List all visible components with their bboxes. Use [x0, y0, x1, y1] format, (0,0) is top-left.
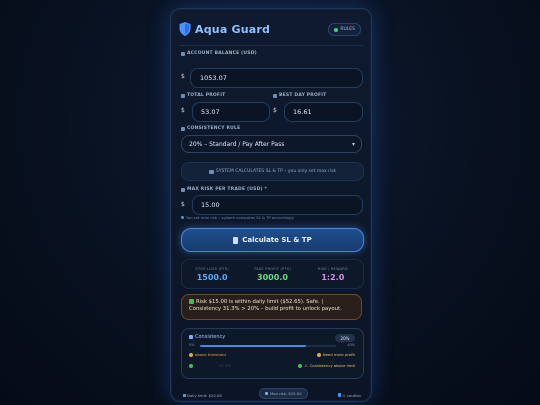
consistency-badge: 20%	[335, 334, 355, 342]
stat-stop-loss: STOP LOSS (PTS) 1500.0	[182, 260, 242, 288]
check-icon	[189, 299, 194, 304]
consistency-progress-bar	[200, 345, 336, 347]
tick-left: 0%	[189, 343, 195, 347]
status-dot-icon	[334, 27, 339, 32]
legend-current: 31.3%	[189, 363, 231, 368]
stat-take-profit: TAKE PROFIT (PTS) 3000.0	[242, 260, 302, 288]
calculate-button-label: Calculate SL & TP	[242, 236, 312, 244]
robot-icon	[208, 169, 214, 174]
legend-current-text: 31.3%	[219, 363, 232, 368]
results-stats: STOP LOSS (PTS) 1500.0 TAKE PROFIT (PTS)…	[181, 259, 364, 289]
footer-bar: Daily limit: $52.65 Max risk: $15.00 ⚠ c…	[179, 388, 363, 401]
calculate-button[interactable]: Calculate SL & TP	[181, 228, 364, 252]
info-banner: SYSTEM CALCULATES SL & TP – you only set…	[181, 162, 364, 181]
total-profit-value: 53.07	[201, 108, 220, 116]
app-header: Aqua Guard RULES	[179, 19, 363, 39]
app-title: Aqua Guard	[195, 22, 271, 36]
balance-label-text: ACCOUNT BALANCE (USD)	[187, 51, 257, 56]
total-profit-input[interactable]: 53.07	[192, 102, 270, 122]
shield-icon	[179, 22, 191, 36]
alert-line-1: Risk $15.00 is within daily limit ($52.6…	[189, 299, 354, 306]
alert-text-1: Risk $15.00 is within daily limit ($52.6…	[196, 299, 324, 305]
chevron-down-icon: ▾	[351, 141, 355, 148]
alert-line-2: Consistency 31.3% > 20% – build profit t…	[189, 306, 342, 313]
consistency-rule-select[interactable]: 20% – Standard / Pay After Pass ▾	[181, 135, 362, 153]
green-dot-icon	[189, 363, 193, 368]
info-banner-text: SYSTEM CALCULATES SL & TP – you only set…	[215, 169, 337, 174]
balance-currency: $	[181, 73, 185, 80]
best-day-value: 16.61	[293, 108, 312, 116]
stat-label: TAKE PROFIT (PTS)	[254, 266, 291, 271]
rocket-icon	[265, 392, 268, 395]
warning-icon: ⚠	[304, 363, 308, 368]
info-icon	[181, 216, 184, 219]
rules-button[interactable]: RULES	[328, 23, 361, 36]
gear-icon	[181, 126, 185, 131]
risk-alert: Risk $15.00 is within daily limit ($52.6…	[181, 294, 362, 320]
best-day-label-text: BEST DAY PROFIT	[279, 93, 327, 98]
legend-need-text: Need more profit	[322, 352, 355, 357]
consistency-rule-label: CONSISTENCY RULE	[181, 126, 240, 131]
legend-above-text: above threshold	[195, 352, 226, 357]
header-divider	[179, 45, 363, 46]
footer-daily-limit-text: Daily limit: $52.65	[187, 392, 222, 398]
legend-above-threshold: above threshold	[189, 352, 226, 357]
chart-icon	[181, 93, 185, 98]
best-day-input[interactable]: 16.61	[284, 102, 363, 122]
wrench-icon	[189, 335, 193, 339]
balance-input[interactable]: 1053.07	[190, 68, 363, 88]
balance-value: 1053.07	[200, 74, 227, 82]
max-risk-hint-text: You set max risk – system computes SL & …	[186, 215, 294, 220]
footer-status: ⚠ caution	[338, 392, 361, 398]
consistency-rule-value: 20% – Standard / Pay After Pass	[189, 140, 285, 148]
max-risk-currency: $	[181, 201, 185, 208]
orange-dot-icon	[189, 352, 193, 357]
max-risk-input[interactable]: 15.00	[192, 195, 363, 215]
total-profit-currency: $	[181, 107, 185, 114]
max-risk-label-text: MAX RISK PER TRADE (USD) *	[187, 187, 268, 192]
wallet-icon	[181, 51, 185, 56]
chart-icon	[183, 393, 186, 397]
trophy-icon	[273, 93, 277, 98]
total-profit-label: TOTAL PROFIT	[181, 93, 225, 98]
max-risk-label: MAX RISK PER TRADE (USD) *	[181, 187, 267, 192]
best-day-currency: $	[273, 107, 277, 114]
tick-right: 40%	[347, 343, 355, 347]
balance-label: ACCOUNT BALANCE (USD)	[181, 51, 257, 56]
stat-value: 1:2.0	[321, 272, 345, 282]
warning-icon: ⚠	[342, 392, 346, 398]
consistency-progress-fill	[200, 345, 307, 347]
stat-risk-reward: RISK / REWARD 1:2.0	[303, 260, 363, 288]
aqua-guard-panel: Aqua Guard RULES ACCOUNT BALANCE (USD) $…	[170, 8, 372, 402]
rules-label: RULES	[340, 27, 355, 32]
legend-warning-text: Consistency above limit	[309, 363, 355, 368]
calculator-icon	[233, 236, 239, 244]
best-day-label: BEST DAY PROFIT	[273, 93, 326, 98]
consistency-rule-label-text: CONSISTENCY RULE	[187, 126, 241, 131]
stat-label: STOP LOSS (PTS)	[195, 266, 229, 271]
stat-value: 3000.0	[257, 272, 288, 282]
stat-label: RISK / REWARD	[317, 266, 348, 271]
footer-max-risk-text: Max risk: $15.00	[270, 391, 302, 396]
stat-value: 1500.0	[196, 272, 228, 282]
consistency-title-text: Consistency	[195, 334, 226, 340]
consistency-card: Consistency 20% 0% 40% above threshold N…	[181, 328, 364, 379]
footer-daily-limit: Daily limit: $52.65	[183, 393, 222, 398]
green-dot-icon	[298, 363, 303, 368]
footer-max-risk: Max risk: $15.00	[259, 388, 308, 399]
consistency-title: Consistency	[189, 334, 225, 340]
max-risk-hint: You set max risk – system computes SL & …	[181, 215, 294, 220]
shield-icon	[338, 392, 342, 397]
legend-warning: ⚠ Consistency above limit	[298, 363, 355, 368]
user-icon	[181, 187, 185, 192]
footer-status-text: caution	[346, 392, 361, 398]
legend-need-profit: Need more profit	[316, 352, 355, 357]
warning-dot-icon	[316, 352, 321, 357]
max-risk-value: 15.00	[201, 201, 220, 209]
total-profit-label-text: TOTAL PROFIT	[187, 93, 226, 98]
